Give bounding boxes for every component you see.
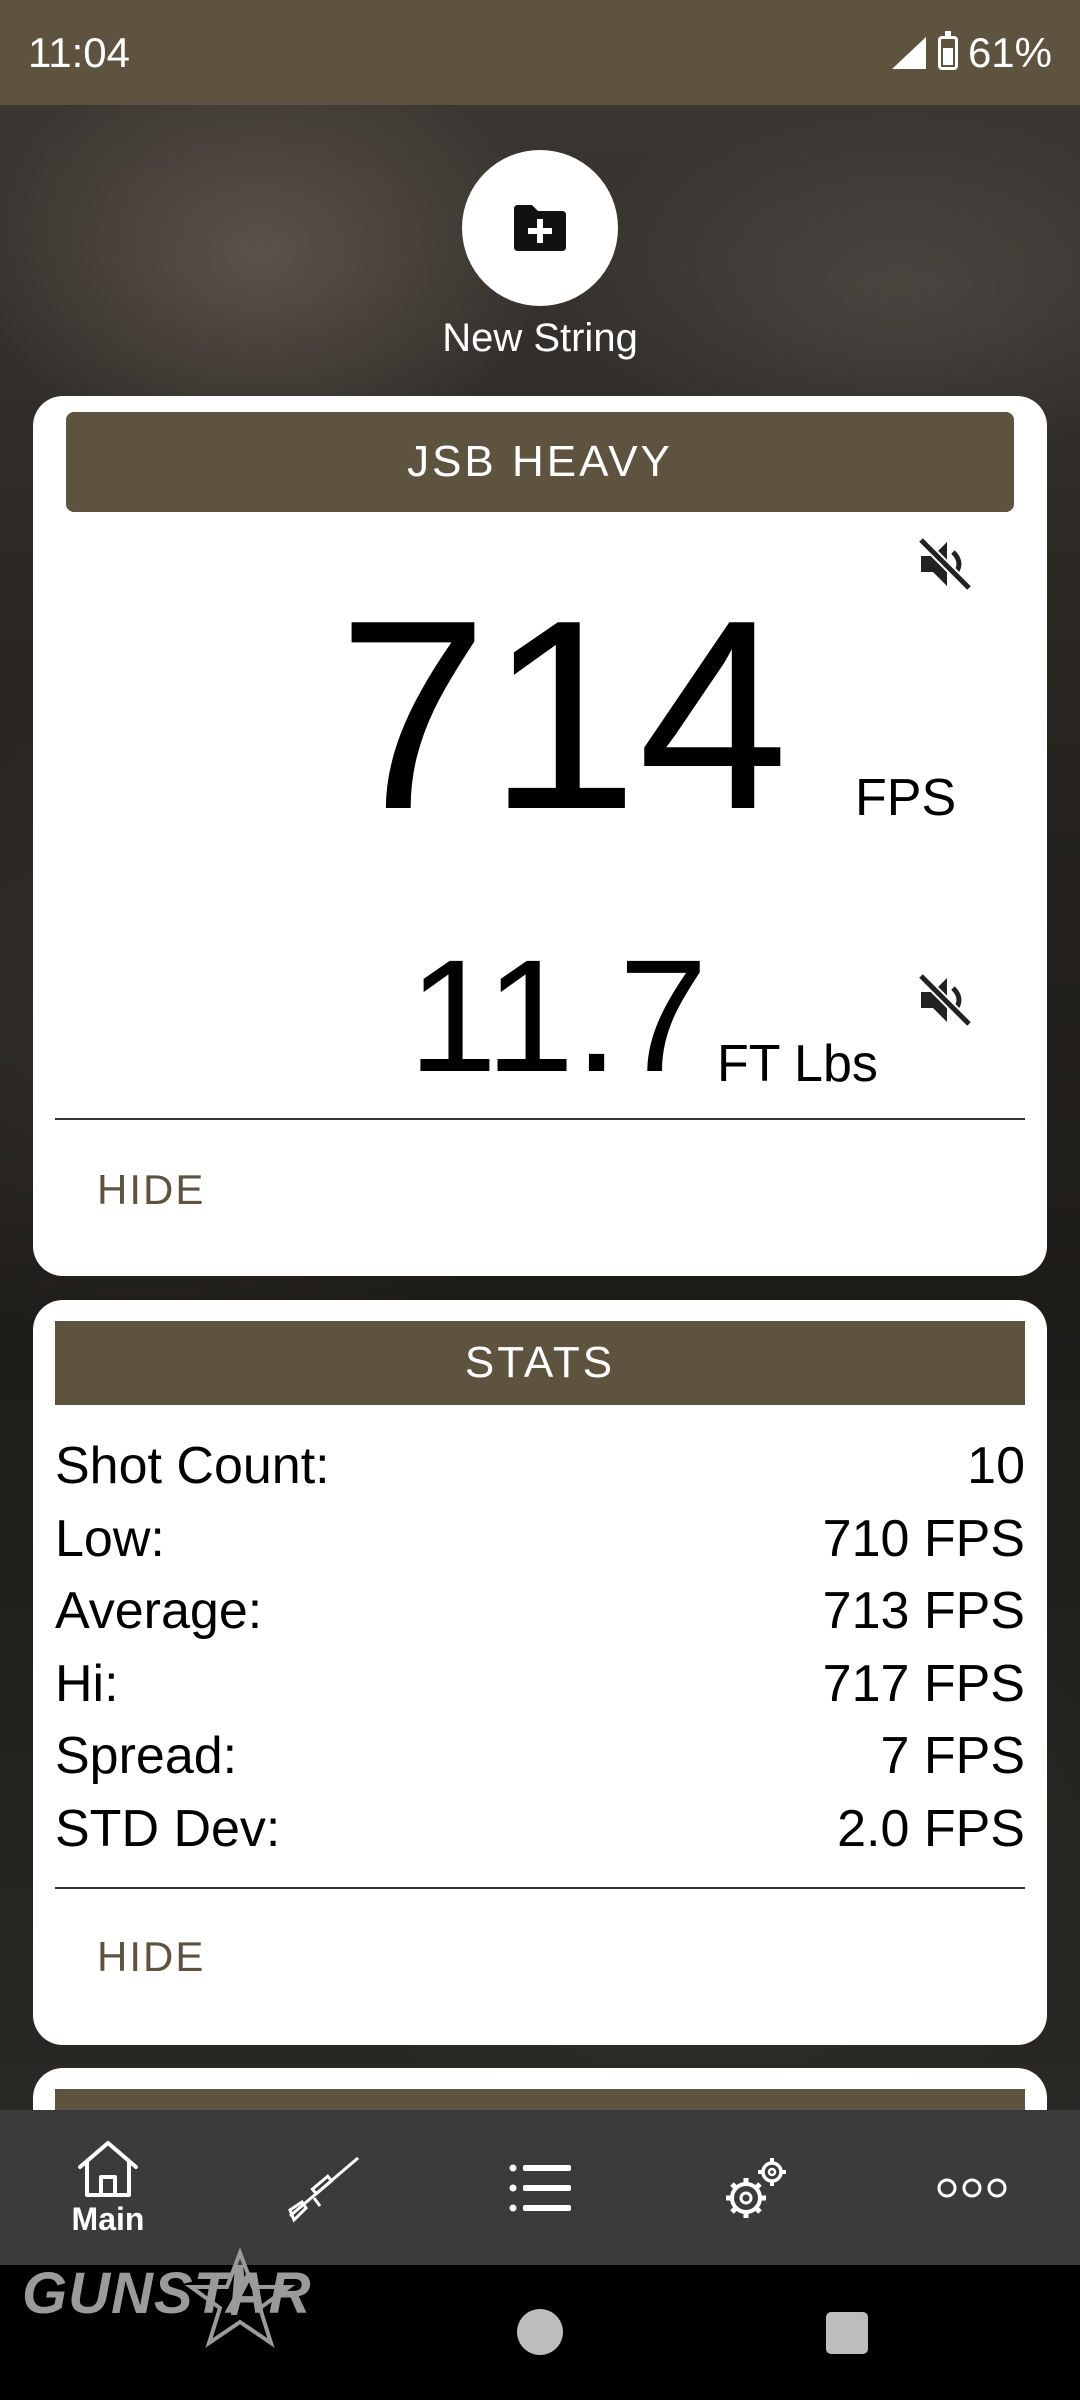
stat-value: 10 — [967, 1437, 1025, 1495]
home-icon — [78, 2141, 138, 2197]
velocity-unit: FPS — [855, 769, 957, 827]
nav-rifle[interactable] — [216, 2110, 432, 2265]
nav-list[interactable] — [432, 2110, 648, 2265]
velocity-value: 714 — [337, 565, 789, 866]
stat-label: Shot Count: — [55, 1437, 330, 1495]
list-icon — [509, 2164, 571, 2211]
stat-row-shot-count: Shot Count: 10 — [55, 1430, 1025, 1503]
stat-label: STD Dev: — [55, 1799, 281, 1858]
folder-plus-icon — [514, 205, 566, 251]
velocity-card: JSB HEAVY 714 FPS 11.7 FT Lbs HIDE — [33, 396, 1047, 1276]
bottom-nav: Main — [0, 2110, 1080, 2265]
nav-main[interactable]: Main — [0, 2110, 216, 2265]
status-indicators: 61% — [890, 29, 1052, 77]
stat-row-average: Average: 713 FPS — [55, 1575, 1025, 1648]
stat-label: Hi: — [55, 1654, 119, 1713]
stat-value: 7 FPS — [880, 1727, 1026, 1785]
hide-velocity-button[interactable]: HIDE — [97, 1166, 205, 1214]
nav-more[interactable] — [864, 2110, 1080, 2265]
home-button[interactable] — [517, 2309, 563, 2355]
hide-stats-button[interactable]: HIDE — [97, 1933, 205, 1981]
stat-label: Spread: — [55, 1727, 238, 1785]
star-logo-icon — [185, 2247, 295, 2348]
battery-percent: 61% — [967, 28, 1052, 76]
stat-value: 2.0 FPS — [837, 1799, 1025, 1858]
signal-icon — [891, 36, 926, 69]
stat-value: 713 FPS — [822, 1582, 1025, 1640]
status-bar: 11:04 61% — [0, 0, 1080, 105]
more-icon — [937, 2178, 1007, 2197]
new-string-button[interactable] — [462, 150, 618, 306]
stat-row-hi: Hi: 717 FPS — [55, 1648, 1025, 1721]
recents-button[interactable] — [826, 2312, 868, 2354]
rifle-icon — [288, 2156, 359, 2223]
new-string-section: New String — [0, 150, 1080, 361]
stat-row-spread: Spread: 7 FPS — [55, 1720, 1025, 1793]
battery-icon — [937, 30, 958, 70]
status-time: 11:04 — [28, 28, 130, 76]
stat-row-std-dev: STD Dev: 2.0 FPS — [55, 1793, 1025, 1866]
gears-icon — [726, 2157, 786, 2218]
stat-value: 710 FPS — [822, 1509, 1025, 1568]
energy-value: 11.7 — [408, 926, 708, 1105]
mute-energy-icon[interactable] — [915, 970, 975, 1030]
divider — [55, 1887, 1025, 1889]
stats-title: STATS — [55, 1321, 1025, 1405]
mute-velocity-icon[interactable] — [915, 534, 975, 594]
stat-value: 717 FPS — [822, 1654, 1025, 1713]
stats-list: Shot Count: 10 Low: 710 FPS Average: 713… — [55, 1430, 1025, 1865]
nav-settings[interactable] — [648, 2110, 864, 2265]
stat-label: Low: — [55, 1509, 165, 1568]
new-string-label: New String — [442, 316, 638, 360]
string-title[interactable]: JSB HEAVY — [66, 412, 1014, 512]
stats-card: STATS Shot Count: 10 Low: 710 FPS Averag… — [33, 1300, 1047, 2045]
stat-row-low: Low: 710 FPS — [55, 1503, 1025, 1576]
divider — [55, 1118, 1025, 1120]
nav-main-label: Main — [71, 2201, 145, 2237]
energy-unit: FT Lbs — [717, 1035, 878, 1093]
stat-label: Average: — [55, 1582, 263, 1640]
